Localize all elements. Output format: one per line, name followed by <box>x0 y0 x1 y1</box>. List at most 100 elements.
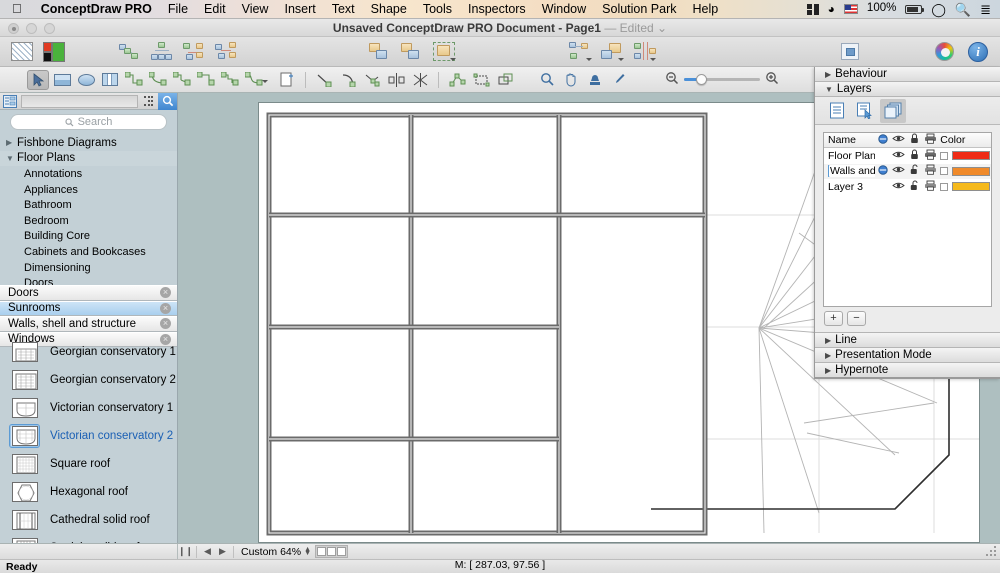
distribute-icon[interactable] <box>631 40 657 64</box>
arc-line-tool[interactable] <box>337 70 359 90</box>
view-mode-group[interactable] <box>315 545 349 558</box>
library-group-walls-shell-and-structure[interactable]: Walls, shell and structure × <box>0 316 177 332</box>
chevron-down-icon[interactable]: ▼ <box>825 85 833 94</box>
tree-item-cabinets-and-bookcases[interactable]: Cabinets and Bookcases <box>0 244 177 260</box>
clock-icon[interactable]: ◯ <box>931 3 946 16</box>
resize-grip[interactable] <box>986 546 998 556</box>
search-icon[interactable] <box>158 92 177 110</box>
library-group-doors[interactable]: Doors × <box>0 285 177 301</box>
list-item[interactable]: Victorian conservatory 2 <box>0 422 177 450</box>
georgian-conservatory-1-icon[interactable] <box>9 340 40 364</box>
chevron-right-icon[interactable]: ▶ <box>825 351 831 360</box>
list-item[interactable]: Georgian conservatory 1 <box>0 338 177 366</box>
layer-color-checkbox[interactable] <box>940 151 949 160</box>
eyedropper-tool[interactable] <box>608 70 630 90</box>
layer-color-checkbox[interactable] <box>940 167 949 176</box>
crop-tool[interactable] <box>470 70 492 90</box>
menu-item-insert[interactable]: Insert <box>276 0 323 19</box>
hand-tool[interactable] <box>560 70 582 90</box>
library-path-field[interactable] <box>21 94 138 108</box>
tree-item-doors[interactable]: Doors <box>0 275 177 285</box>
layer-active-toggle[interactable] <box>875 165 891 178</box>
tree-graph-icon[interactable] <box>149 40 175 64</box>
two-node-graph-icon[interactable] <box>117 40 143 64</box>
cathedral-solid-roof-icon[interactable] <box>9 508 40 532</box>
table-tool[interactable] <box>99 70 121 90</box>
menu-item-edit[interactable]: Edit <box>196 0 234 19</box>
layer-color-cell[interactable] <box>938 166 991 176</box>
chevron-right-icon[interactable]: ▶ <box>825 70 831 79</box>
close-icon[interactable]: × <box>160 302 171 314</box>
zoom-level-select[interactable]: Custom 64% ▲ ▼ <box>237 546 315 558</box>
two-page-view-button[interactable] <box>327 547 337 556</box>
wifi-icon[interactable]: ◕ <box>828 3 835 15</box>
hexagonal-roof-icon[interactable] <box>9 480 40 504</box>
tree-item-appliances[interactable]: Appliances <box>0 182 177 198</box>
battery-charging-icon[interactable] <box>905 4 925 14</box>
list-item[interactable]: Victorian conservatory 1 <box>0 394 177 422</box>
menu-item-tools[interactable]: Tools <box>415 0 460 19</box>
zoom-slider[interactable] <box>684 74 760 85</box>
layer-visible-toggle[interactable] <box>891 150 907 162</box>
info-icon[interactable]: i <box>968 41 988 62</box>
us-flag-icon[interactable] <box>843 4 858 14</box>
list-item[interactable]: Georgian conservatory 2 <box>0 366 177 394</box>
inspector-section-presentation-mode[interactable]: ▶ Presentation Mode <box>815 348 1000 363</box>
hatch-icon[interactable] <box>9 40 35 64</box>
tree-item-floor-plans[interactable]: ▼ Floor Plans <box>0 150 177 167</box>
chevron-down-icon[interactable]: ▼ <box>6 154 17 163</box>
swap-icon[interactable] <box>567 40 593 64</box>
layers-tab[interactable] <box>880 98 906 123</box>
step-connector-tool[interactable] <box>219 70 241 90</box>
chevron-right-icon[interactable]: ▶ <box>825 336 831 345</box>
layer-color-swatch[interactable] <box>952 182 991 192</box>
library-list-icon[interactable] <box>0 93 20 110</box>
angle-connector-tool[interactable] <box>195 70 217 90</box>
smart-connector-tool[interactable] <box>123 70 145 90</box>
single-page-view-button[interactable] <box>317 547 327 556</box>
thumbnail-view-button[interactable] <box>337 547 347 556</box>
round-connector-tool[interactable] <box>243 70 268 90</box>
inspector-section-behaviour[interactable]: ▶ Behaviour <box>815 67 1000 82</box>
inspector-section-layers[interactable]: ▼ Layers <box>815 82 1000 97</box>
apple-menu-icon[interactable]:  <box>0 2 33 15</box>
chevron-right-icon[interactable]: ▶ <box>6 138 17 147</box>
flow-graph-icon[interactable] <box>213 40 239 64</box>
menu-item-window[interactable]: Window <box>534 0 594 19</box>
layer-color-cell[interactable] <box>938 151 991 161</box>
table-row[interactable]: Walls and w <box>824 163 991 179</box>
grid-view-icon[interactable] <box>139 93 158 110</box>
menu-app-name[interactable]: ConceptDraw PRO <box>33 0 160 19</box>
ellipse-tool[interactable] <box>75 70 97 90</box>
victorian-conservatory-1-icon[interactable] <box>9 396 40 420</box>
rectangle-tool[interactable] <box>51 70 73 90</box>
line-tool[interactable] <box>313 70 335 90</box>
layer-name-input[interactable]: Walls and w <box>828 165 876 178</box>
tree-item-annotations[interactable]: Annotations <box>0 166 177 182</box>
menu-item-shape[interactable]: Shape <box>363 0 415 19</box>
layer-print-toggle[interactable] <box>923 180 939 194</box>
add-layer-button[interactable]: + <box>824 311 843 326</box>
table-row[interactable]: Layer 3 <box>824 179 991 195</box>
menu-item-text[interactable]: Text <box>324 0 363 19</box>
tree-item-building-core[interactable]: Building Core <box>0 229 177 245</box>
tree-item-bedroom[interactable]: Bedroom <box>0 213 177 229</box>
inspector-section-line[interactable]: ▶ Line <box>815 333 1000 348</box>
list-item[interactable]: Hexagonal roof <box>0 478 177 506</box>
ungroup-icon[interactable] <box>399 40 425 64</box>
transform-tool[interactable] <box>494 70 516 90</box>
grid-menu-icon[interactable] <box>806 3 819 15</box>
insert-shape-tool[interactable] <box>276 70 298 90</box>
layer-unlock-toggle[interactable] <box>907 180 923 194</box>
curve-connector-tool[interactable] <box>147 70 169 90</box>
next-page-icon[interactable]: ▶ <box>215 545 230 559</box>
prev-page-icon[interactable]: ◀ <box>200 545 215 559</box>
search-input[interactable]: Search <box>10 114 167 130</box>
layer-print-toggle[interactable] <box>923 164 939 178</box>
tree-item-bathroom[interactable]: Bathroom <box>0 197 177 213</box>
square-roof-icon[interactable] <box>9 452 40 476</box>
zoom-in-icon[interactable] <box>765 71 779 88</box>
title-chevron-down-icon[interactable]: ⌄ <box>657 21 667 35</box>
reshape-tool[interactable] <box>446 70 468 90</box>
mindmap-graph-icon[interactable] <box>181 40 207 64</box>
